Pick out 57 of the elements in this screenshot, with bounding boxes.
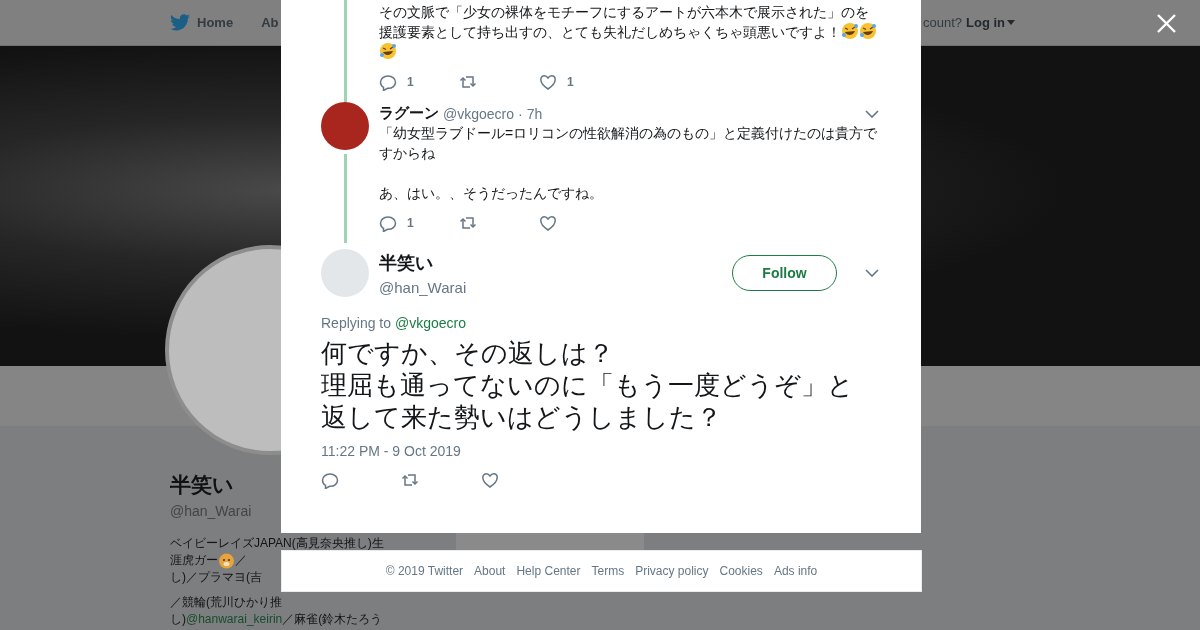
separator-dot: ·: [518, 105, 523, 122]
user-name[interactable]: 半笑い: [379, 250, 722, 275]
heart-icon[interactable]: [481, 471, 499, 489]
replying-to-text: Replying to @vkgoecro: [321, 315, 467, 331]
tweet-text: その文脈で「少女の裸体をモチーフにするアートが六本木で展示された」のを援護要素として持ち出すの、とても失礼だしめちゃくちゃ頭悪いですよ！: [379, 2, 879, 62]
footer-link[interactable]: Help Center: [516, 564, 581, 578]
close-icon[interactable]: [1157, 14, 1176, 33]
footer-link[interactable]: Privacy policy: [635, 564, 709, 578]
mention-link[interactable]: @vkgoecro: [394, 315, 466, 331]
tweet-time[interactable]: 7h: [526, 105, 543, 122]
follow-button[interactable]: Follow: [732, 255, 837, 291]
home-link[interactable]: Home: [170, 14, 234, 31]
footer-link[interactable]: © 2019 Twitter: [385, 564, 464, 578]
laughing-face-icon: [859, 22, 877, 40]
reply-icon[interactable]: [379, 73, 397, 91]
action-count: 1: [407, 216, 414, 230]
action-count: 1: [567, 75, 574, 89]
bird-icon: [170, 14, 190, 31]
reply-icon[interactable]: [321, 471, 339, 489]
retweet-icon[interactable]: [401, 471, 419, 489]
chevron-icon[interactable]: [865, 109, 879, 118]
footer-link[interactable]: Terms: [591, 564, 625, 578]
bio-text: ベイビーレイズJAPAN(高見奈央推し)生: [170, 535, 384, 552]
tweet-text: 理屈も通ってないのに「もう一度どうぞ」と: [321, 369, 855, 401]
bio-text: し)@hanwarai_keirin／麻雀(鈴木たろう: [170, 611, 383, 628]
footer-link[interactable]: About: [474, 564, 506, 578]
tweet-text: 「幼女型ラブドール=ロリコンの性欲解消の為のもの」と定義付けたのは貴方ですからね: [379, 124, 879, 163]
chevron-icon[interactable]: [865, 269, 879, 277]
heart-icon[interactable]: [539, 214, 557, 232]
tiger-face-icon: [218, 552, 235, 569]
retweet-icon[interactable]: [459, 73, 477, 91]
login-link[interactable]: Log in: [966, 15, 1015, 30]
bio-text: し)／プラマヨ(吉: [170, 569, 262, 586]
user-name[interactable]: ラグーン: [379, 104, 439, 123]
reply-icon[interactable]: [379, 214, 397, 232]
caret-icon: [1007, 20, 1015, 25]
tweet-timestamp[interactable]: 11:22 PM - 9 Oct 2019: [321, 443, 881, 459]
tweet-text: 返して来た勢いはどうしました？: [321, 401, 723, 433]
footer-link[interactable]: Ads info: [773, 564, 818, 578]
tweet-text: あ、はい。、そうだったんですね。: [379, 184, 604, 203]
action-count: 1: [407, 75, 414, 89]
laughing-face-icon: [841, 22, 859, 40]
user-handle[interactable]: @han_Warai: [379, 278, 722, 296]
footer-link[interactable]: Cookies: [719, 564, 763, 578]
heart-icon[interactable]: [539, 73, 557, 91]
laughing-face-icon: [379, 42, 397, 60]
nav-link[interactable]: Ab: [261, 15, 279, 30]
profile-handle: @han_Warai: [170, 503, 252, 519]
retweet-icon[interactable]: [459, 214, 477, 232]
user-handle[interactable]: @vkgoecro: [443, 105, 515, 122]
account-prompt: count?: [922, 15, 962, 30]
user-avatar[interactable]: [321, 102, 369, 150]
profile-name: 半笑い: [170, 472, 234, 498]
bio-text: ／競輪(荒川ひかり推: [170, 594, 282, 611]
tweet-text: 何ですか、その返しは？: [321, 337, 615, 369]
bio-text: 涯虎ガー ／: [170, 552, 247, 569]
mention-link[interactable]: @hanwarai_keirin: [186, 611, 283, 628]
